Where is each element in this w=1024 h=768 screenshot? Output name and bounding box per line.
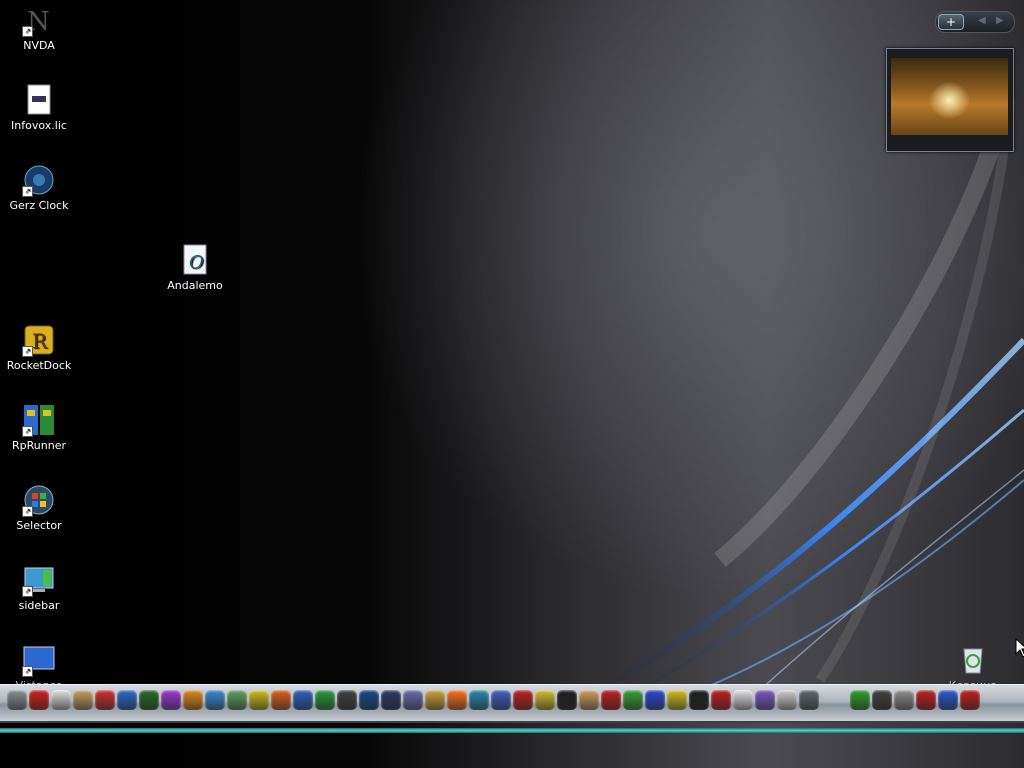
dock-icons bbox=[6, 689, 1024, 713]
desktop-icon-gerz-clock[interactable]: ↗ Gerz Clock bbox=[1, 164, 77, 212]
dock-app-icon[interactable] bbox=[205, 690, 225, 710]
dock-app-icon[interactable] bbox=[513, 690, 533, 710]
slideshow-photo bbox=[891, 58, 1008, 135]
prev-gadget-button[interactable]: ◀ bbox=[978, 15, 986, 26]
shortcut-arrow-icon: ↗ bbox=[22, 506, 33, 517]
desktop-icon-label: Selector bbox=[16, 519, 62, 532]
dock-app-icon[interactable] bbox=[623, 690, 643, 710]
dock-app-icon[interactable] bbox=[359, 690, 379, 710]
dock-app-icon[interactable] bbox=[51, 690, 71, 710]
wallpaper-streaks bbox=[598, 99, 1024, 693]
clock-icon: ↗ bbox=[22, 164, 55, 197]
dock-app-icon[interactable] bbox=[469, 690, 489, 710]
dock-app-icon[interactable] bbox=[7, 690, 27, 710]
shortcut-arrow-icon: ↗ bbox=[22, 346, 33, 357]
shortcut-arrow-icon: ↗ bbox=[22, 586, 33, 597]
svg-text:R: R bbox=[32, 329, 48, 353]
desktop-icon-label: Infovox.lic bbox=[11, 119, 67, 132]
dock-app-icon[interactable] bbox=[337, 690, 357, 710]
dock-app-icon[interactable] bbox=[315, 690, 335, 710]
dock-app-icon[interactable] bbox=[733, 690, 753, 710]
desktop-icon-label: Andalemo bbox=[167, 279, 223, 292]
dock-app-icon[interactable] bbox=[73, 690, 93, 710]
dock-app-icon[interactable] bbox=[117, 690, 137, 710]
desktop-icon-andalemo[interactable]: O Andalemo bbox=[157, 244, 233, 292]
svg-text:O: O bbox=[189, 252, 204, 273]
dock-app-icon[interactable] bbox=[777, 690, 797, 710]
monitor-icon: ↗ bbox=[22, 644, 55, 677]
slideshow-gadget[interactable] bbox=[886, 48, 1014, 152]
dock-app-icon[interactable] bbox=[667, 690, 687, 710]
dock-app-icon[interactable] bbox=[916, 690, 936, 710]
windows-orb-icon: ↗ bbox=[22, 484, 55, 517]
rprunner-icon: ↗ bbox=[22, 404, 55, 437]
dock-app-icon[interactable] bbox=[850, 690, 870, 710]
add-gadget-button[interactable]: + bbox=[938, 14, 964, 30]
shortcut-arrow-icon: ↗ bbox=[22, 26, 33, 37]
desktop-icon-infovox[interactable]: Infovox.lic bbox=[1, 84, 77, 132]
desktop-icon-selector[interactable]: ↗ Selector bbox=[1, 484, 77, 532]
dock-app-icon[interactable] bbox=[601, 690, 621, 710]
dock-app-icon[interactable] bbox=[95, 690, 115, 710]
shortcut-arrow-icon: ↗ bbox=[22, 186, 33, 197]
dock-app-icon[interactable] bbox=[381, 690, 401, 710]
dock-app-icon[interactable] bbox=[894, 690, 914, 710]
font-file-icon: O bbox=[179, 244, 211, 276]
dock-app-icon[interactable] bbox=[227, 690, 247, 710]
dock-app-icon[interactable] bbox=[29, 690, 49, 710]
dock-app-icon[interactable] bbox=[711, 690, 731, 710]
recycle-bin-icon bbox=[957, 644, 989, 676]
sidebar-icon: ↗ bbox=[22, 564, 55, 597]
desktop-icon-sidebar[interactable]: ↗ sidebar bbox=[1, 564, 77, 612]
dock-app-icon[interactable] bbox=[872, 690, 892, 710]
dock-app-icon[interactable] bbox=[938, 690, 958, 710]
dock-app-icon[interactable] bbox=[183, 690, 203, 710]
desktop-icon-label: NVDA bbox=[23, 39, 55, 52]
next-gadget-button[interactable]: ▶ bbox=[996, 15, 1004, 26]
sidebar-controls: + ◀ ▶ bbox=[935, 11, 1015, 33]
desktop-icon-rprunner[interactable]: ↗ RpRunner bbox=[1, 404, 77, 452]
dock-app-icon[interactable] bbox=[293, 690, 313, 710]
dock-app-icon[interactable] bbox=[960, 690, 980, 710]
dock-app-icon[interactable] bbox=[645, 690, 665, 710]
dock-app-icon[interactable] bbox=[491, 690, 511, 710]
nvda-icon: N ↗ bbox=[22, 4, 55, 37]
dock-app-icon[interactable] bbox=[755, 690, 775, 710]
dock-app-icon[interactable] bbox=[535, 690, 555, 710]
dock-app-icon[interactable] bbox=[139, 690, 159, 710]
dock-app-icon[interactable] bbox=[799, 690, 819, 710]
desktop-icon-nvda[interactable]: N ↗ NVDA bbox=[1, 4, 77, 52]
dock-app-icon[interactable] bbox=[271, 690, 291, 710]
dock-app-icon[interactable] bbox=[425, 690, 445, 710]
document-icon bbox=[23, 84, 55, 116]
shortcut-arrow-icon: ↗ bbox=[22, 666, 33, 677]
dock-app-icon[interactable] bbox=[579, 690, 599, 710]
rocketdock-icon: R ↗ bbox=[22, 324, 55, 357]
desktop-icon-label: sidebar bbox=[18, 599, 60, 612]
desktop-icon-label: Gerz Clock bbox=[9, 199, 69, 212]
dock-app-icon[interactable] bbox=[689, 690, 709, 710]
dock-accent-line bbox=[0, 728, 1024, 733]
desktop-icon-label: RpRunner bbox=[12, 439, 66, 452]
mouse-cursor-icon bbox=[1015, 638, 1024, 658]
dock-app-icon[interactable] bbox=[249, 690, 269, 710]
shortcut-arrow-icon: ↗ bbox=[22, 426, 33, 437]
dock-app-icon[interactable] bbox=[161, 690, 181, 710]
dock-app-icon[interactable] bbox=[447, 690, 467, 710]
dock-app-icon[interactable] bbox=[403, 690, 423, 710]
desktop-icon-rocketdock[interactable]: R ↗ RocketDock bbox=[1, 324, 77, 372]
desktop-icon-label: RocketDock bbox=[6, 359, 72, 372]
dock-app-icon[interactable] bbox=[557, 690, 577, 710]
